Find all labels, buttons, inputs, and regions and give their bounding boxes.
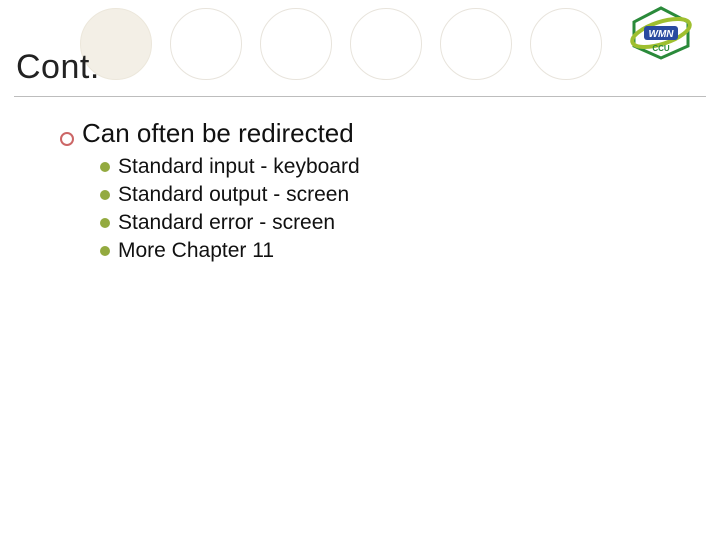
decorative-circle	[440, 8, 512, 80]
title-divider	[14, 96, 706, 97]
decorative-circle	[530, 8, 602, 80]
logo-bottom-text: CCU	[652, 44, 670, 53]
list-item: More Chapter 11	[100, 239, 360, 263]
sub-bullet-list: Standard input - keyboard Standard outpu…	[100, 155, 360, 263]
filled-circle-bullet-icon	[100, 218, 110, 228]
sub-item-text: Standard output - screen	[118, 183, 349, 207]
decorative-circle	[350, 8, 422, 80]
top-level-bullet: Can often be redirected	[60, 118, 360, 149]
hollow-circle-bullet-icon	[60, 132, 74, 146]
wmn-logo: WMN CCU	[622, 6, 700, 60]
filled-circle-bullet-icon	[100, 190, 110, 200]
logo-top-text: WMN	[649, 29, 675, 40]
decorative-circles-row	[80, 8, 602, 80]
list-item: Standard error - screen	[100, 211, 360, 235]
sub-item-text: Standard error - screen	[118, 211, 335, 235]
list-item: Standard output - screen	[100, 183, 360, 207]
top-bullet-text: Can often be redirected	[82, 118, 354, 149]
sub-item-text: More Chapter 11	[118, 239, 274, 263]
decorative-circle	[260, 8, 332, 80]
decorative-circle	[170, 8, 242, 80]
filled-circle-bullet-icon	[100, 162, 110, 172]
slide-content: Can often be redirected Standard input -…	[60, 118, 360, 267]
slide-title: Cont.	[16, 48, 100, 87]
filled-circle-bullet-icon	[100, 246, 110, 256]
sub-item-text: Standard input - keyboard	[118, 155, 360, 179]
list-item: Standard input - keyboard	[100, 155, 360, 179]
